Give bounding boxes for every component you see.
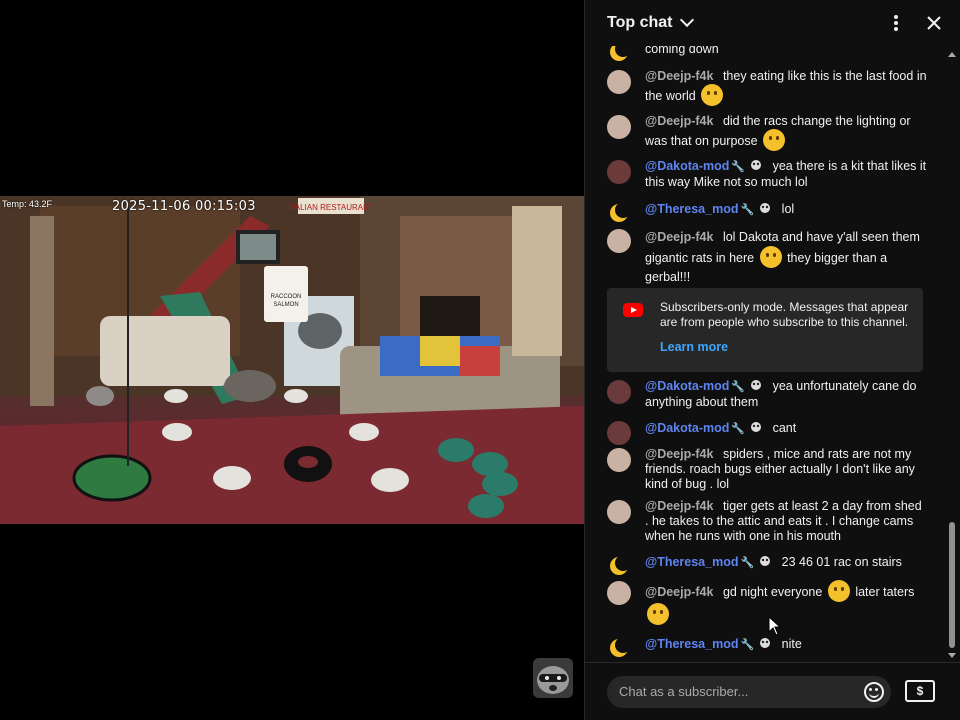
- message-text: later taters: [855, 585, 915, 599]
- message-author[interactable]: @Theresa_mod: [645, 555, 738, 569]
- wrench-icon: 🔧: [740, 557, 755, 569]
- message-author[interactable]: @Deejp-f4k: [645, 585, 713, 599]
- message-text: cant: [772, 421, 797, 435]
- chat-message: @Deejp-f4k did the racs change the light…: [607, 114, 927, 151]
- chevron-down-icon: [680, 12, 695, 28]
- message-text: gd night everyone: [722, 585, 823, 599]
- yawning-emoji-icon: [827, 580, 850, 602]
- restaurant-sign: ITALIAN RESTAURANT: [288, 203, 374, 212]
- scroll-down-arrow-icon[interactable]: [948, 653, 956, 658]
- member-badge-icon: [751, 422, 762, 432]
- message-author[interactable]: @Theresa_mod: [645, 637, 738, 651]
- message-text: lol: [781, 202, 795, 216]
- wrench-icon: 🔧: [731, 161, 746, 173]
- more-options-button[interactable]: [883, 10, 909, 36]
- flushed-emoji-icon: [759, 246, 782, 268]
- avatar[interactable]: [607, 500, 631, 524]
- message-text: nite: [781, 637, 802, 651]
- message-author[interactable]: @Dakota-mod: [645, 159, 729, 173]
- subscribers-only-notice: Subscribers-only mode. Messages that app…: [607, 288, 923, 372]
- chat-header: Top chat: [585, 0, 960, 46]
- temperature-overlay: Temp: 43.2F: [2, 199, 53, 209]
- scroll-up-arrow-icon[interactable]: [948, 52, 956, 57]
- chat-message-list[interactable]: coming down @Deejp-f4k they eating like …: [585, 46, 947, 662]
- message-author[interactable]: @Deejp-f4k: [645, 447, 713, 461]
- message-author[interactable]: @Deejp-f4k: [645, 69, 713, 83]
- chat-message: @Deejp-f4k they eating like this is the …: [607, 69, 927, 106]
- moon-avatar: [607, 46, 631, 64]
- avatar[interactable]: [607, 581, 631, 605]
- wrench-icon: 🔧: [740, 639, 755, 651]
- avatar[interactable]: [607, 115, 631, 139]
- member-badge-icon: [751, 380, 762, 390]
- avatar[interactable]: [607, 448, 631, 472]
- laughing-emoji-icon: [701, 84, 724, 106]
- video-player[interactable]: ITALIAN RESTAURANT RACCOON SALMON Temp: …: [0, 0, 584, 720]
- avatar[interactable]: [607, 70, 631, 94]
- emoji-picker-icon[interactable]: [864, 682, 884, 702]
- livestream-video[interactable]: ITALIAN RESTAURANT RACCOON SALMON Temp: …: [0, 196, 584, 524]
- avatar[interactable]: [607, 421, 631, 445]
- chat-input[interactable]: Chat as a subscriber...: [607, 676, 891, 708]
- chat-message: @Theresa_mod 🔧 nite: [607, 636, 927, 660]
- chat-input-bar: Chat as a subscriber... $: [585, 662, 960, 720]
- chat-message: @Deejp-f4k tiger gets at least 2 a day f…: [607, 499, 927, 544]
- moon-avatar: [607, 636, 631, 660]
- notice-text: Subscribers-only mode. Messages that app…: [660, 300, 909, 329]
- chat-message: @Theresa_mod 🔧 23 46 01 rac on stairs: [607, 554, 927, 578]
- kebab-menu-icon: [894, 15, 898, 31]
- message-author[interactable]: @Deejp-f4k: [645, 499, 713, 513]
- member-badge-icon: [760, 203, 771, 213]
- grinning-squint-emoji-icon: [647, 603, 669, 625]
- channel-avatar[interactable]: [533, 658, 573, 698]
- close-chat-button[interactable]: [921, 10, 947, 36]
- chat-message: @Dakota-mod 🔧 cant: [607, 420, 927, 445]
- member-badge-icon: [751, 160, 762, 170]
- chat-message: @Dakota-mod 🔧 yea there is a kit that lik…: [607, 159, 927, 190]
- message-text: 23 46 01 rac on stairs: [781, 555, 902, 569]
- svg-text:SALMON: SALMON: [273, 302, 298, 308]
- live-chat-panel: Top chat coming down @Deejp-f4k they eat…: [584, 0, 960, 720]
- wrench-icon: 🔧: [740, 204, 755, 216]
- member-badge-icon: [760, 556, 771, 566]
- message-author[interactable]: @Dakota-mod: [645, 379, 729, 393]
- chat-input-placeholder: Chat as a subscriber...: [619, 684, 749, 699]
- avatar[interactable]: [607, 160, 631, 184]
- message-author[interactable]: @Theresa_mod: [645, 202, 738, 216]
- timestamp-overlay: 2025-11-06 00:15:03: [112, 199, 256, 214]
- mouse-cursor-icon: [768, 616, 782, 636]
- message-author[interactable]: @Deejp-f4k: [645, 114, 713, 128]
- member-badge-icon: [760, 638, 771, 648]
- super-chat-button[interactable]: $: [905, 680, 935, 702]
- moon-avatar: [607, 201, 631, 225]
- chat-mode-label: Top chat: [607, 14, 673, 31]
- chat-message: @Deejp-f4k lol Dakota and have y'all see…: [607, 228, 927, 286]
- chat-scrollbar[interactable]: [947, 52, 957, 658]
- wrench-icon: 🔧: [731, 423, 746, 435]
- message-text: coming down: [645, 46, 719, 56]
- chat-message: @Deejp-f4k spiders , mice and rats are n…: [607, 447, 927, 492]
- raccoon-room-scene: ITALIAN RESTAURANT RACCOON SALMON: [0, 196, 584, 524]
- scroll-thumb[interactable]: [949, 522, 955, 648]
- avatar[interactable]: [607, 229, 631, 253]
- chat-mode-dropdown[interactable]: Top chat: [607, 12, 695, 32]
- chat-message: coming down: [607, 46, 927, 64]
- thinking-emoji-icon: [763, 129, 786, 151]
- learn-more-link[interactable]: Learn more: [660, 340, 728, 354]
- chat-message: @Deejp-f4k gd night everyone later tater…: [607, 580, 927, 626]
- close-icon: [927, 16, 941, 30]
- avatar[interactable]: [607, 380, 631, 404]
- svg-text:RACCOON: RACCOON: [271, 294, 302, 300]
- chat-message: @Theresa_mod 🔧 lol: [607, 201, 927, 225]
- youtube-icon: [623, 303, 643, 317]
- moon-avatar: [607, 554, 631, 578]
- message-author[interactable]: @Deejp-f4k: [645, 230, 713, 244]
- chat-message: @Dakota-mod 🔧 yea unfortunately cane do a…: [607, 379, 927, 410]
- message-author[interactable]: @Dakota-mod: [645, 421, 729, 435]
- wrench-icon: 🔧: [731, 381, 746, 393]
